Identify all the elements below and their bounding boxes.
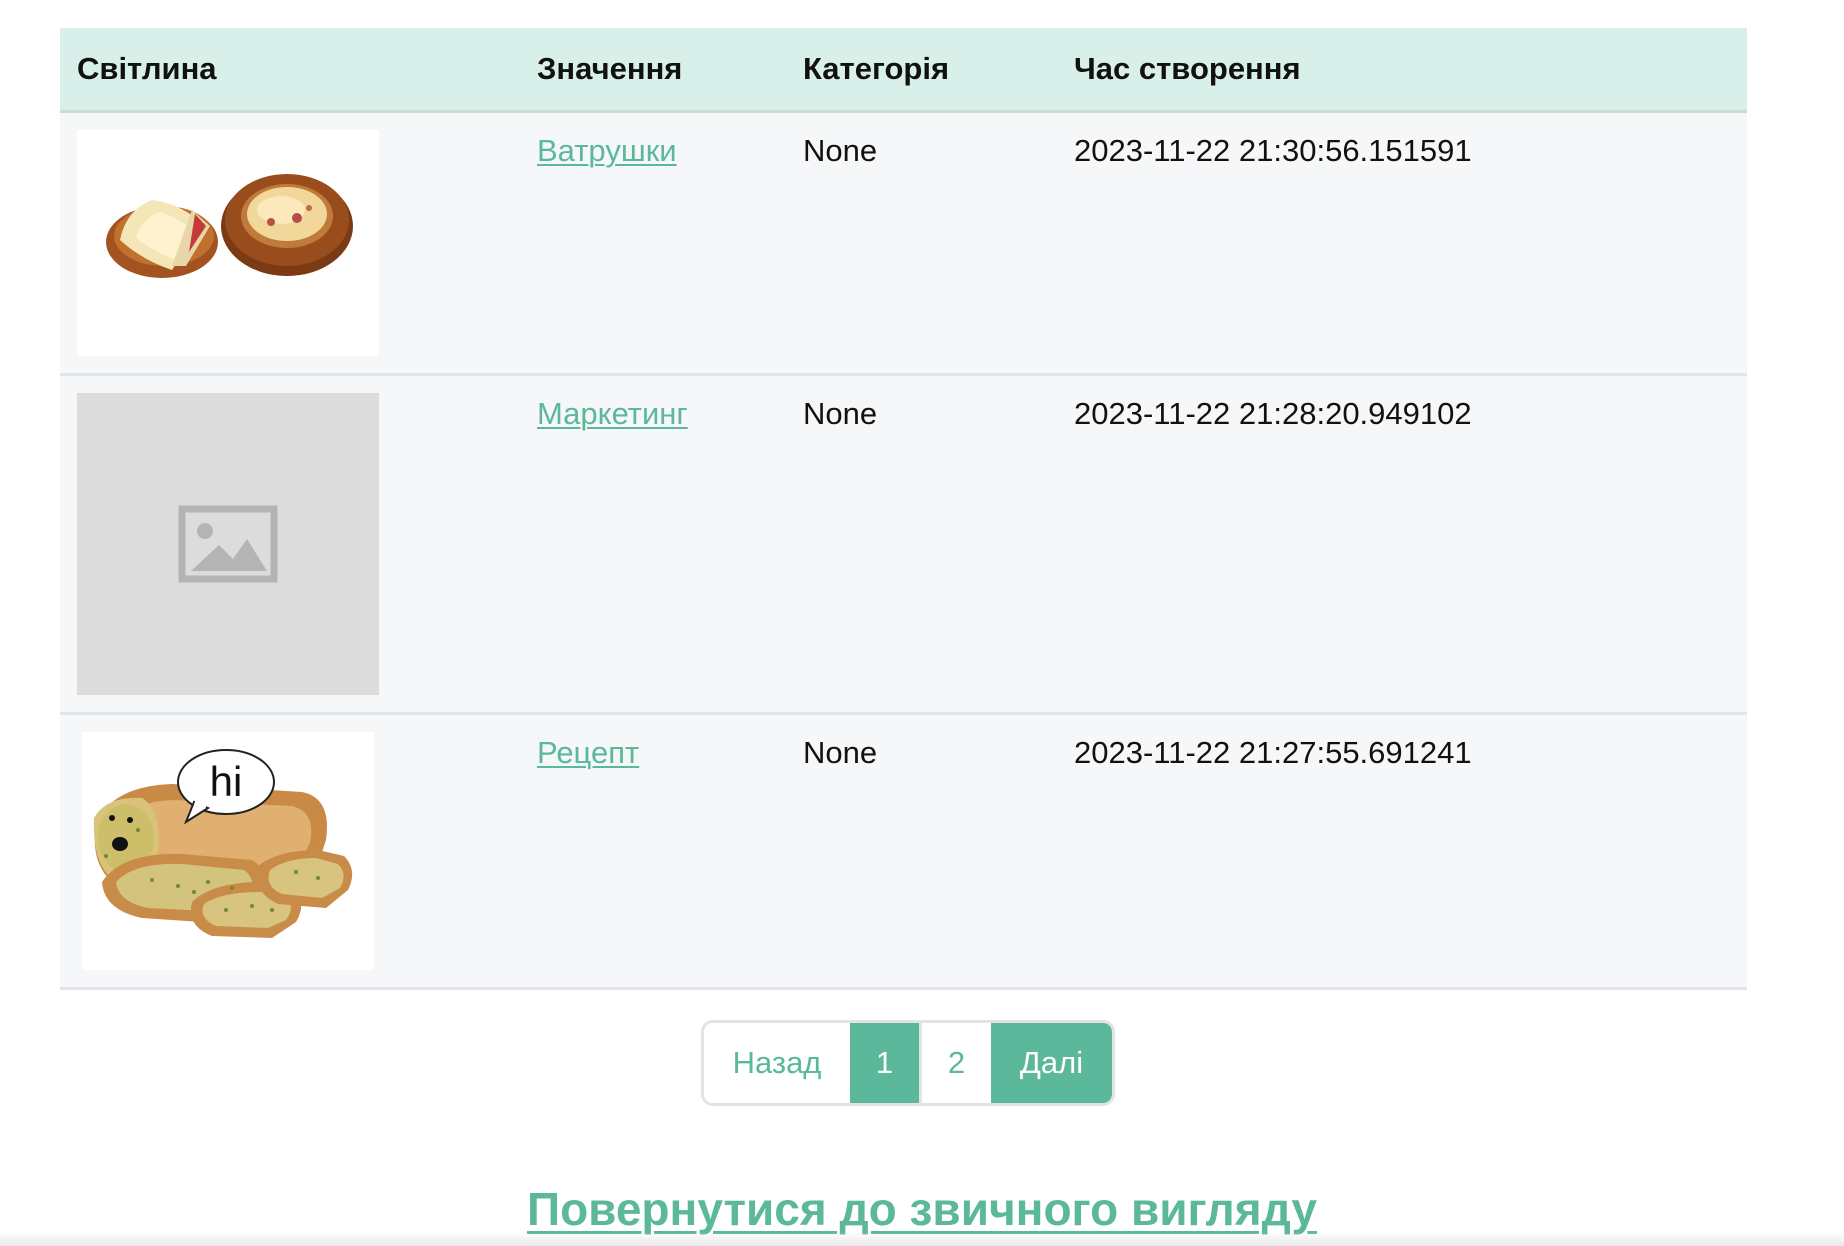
page-2-button[interactable]: 2 (919, 1023, 991, 1103)
prev-page-button[interactable]: Назад (704, 1023, 850, 1103)
bottom-fade (0, 1232, 1844, 1246)
category-cell: None (786, 111, 1057, 376)
records-table: Світлина Значення Категорія Час створенн… (60, 28, 1747, 990)
header-photo: Світлина (60, 28, 520, 113)
header-value: Значення (520, 28, 786, 113)
image-placeholder-icon (77, 393, 379, 695)
created-cell: 2023-11-22 21:30:56.151591 (1057, 111, 1747, 376)
category-cell: None (786, 713, 1057, 990)
photo-cell: hi (60, 713, 520, 990)
table-row: hi Рецепт None 2023-11-22 21:27:55.69124… (60, 713, 1747, 990)
table-header-row: Світлина Значення Категорія Час створенн… (60, 28, 1747, 113)
records-table-container: Світлина Значення Категорія Час створенн… (60, 28, 1747, 990)
photo-cell (60, 111, 520, 376)
page: Світлина Значення Категорія Час створенн… (0, 0, 1844, 1246)
value-cell: Рецепт (520, 713, 786, 990)
page-1-button[interactable]: 1 (850, 1023, 919, 1103)
garlic-bread-photo: hi (82, 732, 374, 970)
value-link[interactable]: Рецепт (537, 735, 639, 770)
pagination: Назад 1 2 Далі (701, 1020, 1115, 1106)
table-row: Маркетинг None 2023-11-22 21:28:20.94910… (60, 374, 1747, 715)
value-cell: Ватрушки (520, 111, 786, 376)
header-created: Час створення (1057, 28, 1747, 113)
value-link[interactable]: Ватрушки (537, 133, 677, 168)
table-row: Ватрушки None 2023-11-22 21:30:56.151591 (60, 111, 1747, 376)
value-cell: Маркетинг (520, 374, 786, 715)
created-cell: 2023-11-22 21:27:55.691241 (1057, 713, 1747, 990)
speech-bubble-text: hi (210, 758, 243, 805)
vatrushka-photo (77, 130, 379, 356)
photo-cell (60, 374, 520, 715)
category-cell: None (786, 374, 1057, 715)
created-cell: 2023-11-22 21:28:20.949102 (1057, 374, 1747, 715)
value-link[interactable]: Маркетинг (537, 396, 688, 431)
header-category: Категорія (786, 28, 1057, 113)
next-page-button[interactable]: Далі (991, 1023, 1112, 1103)
back-to-default-view-link[interactable]: Повернутися до звичного вигляду (0, 1182, 1844, 1236)
